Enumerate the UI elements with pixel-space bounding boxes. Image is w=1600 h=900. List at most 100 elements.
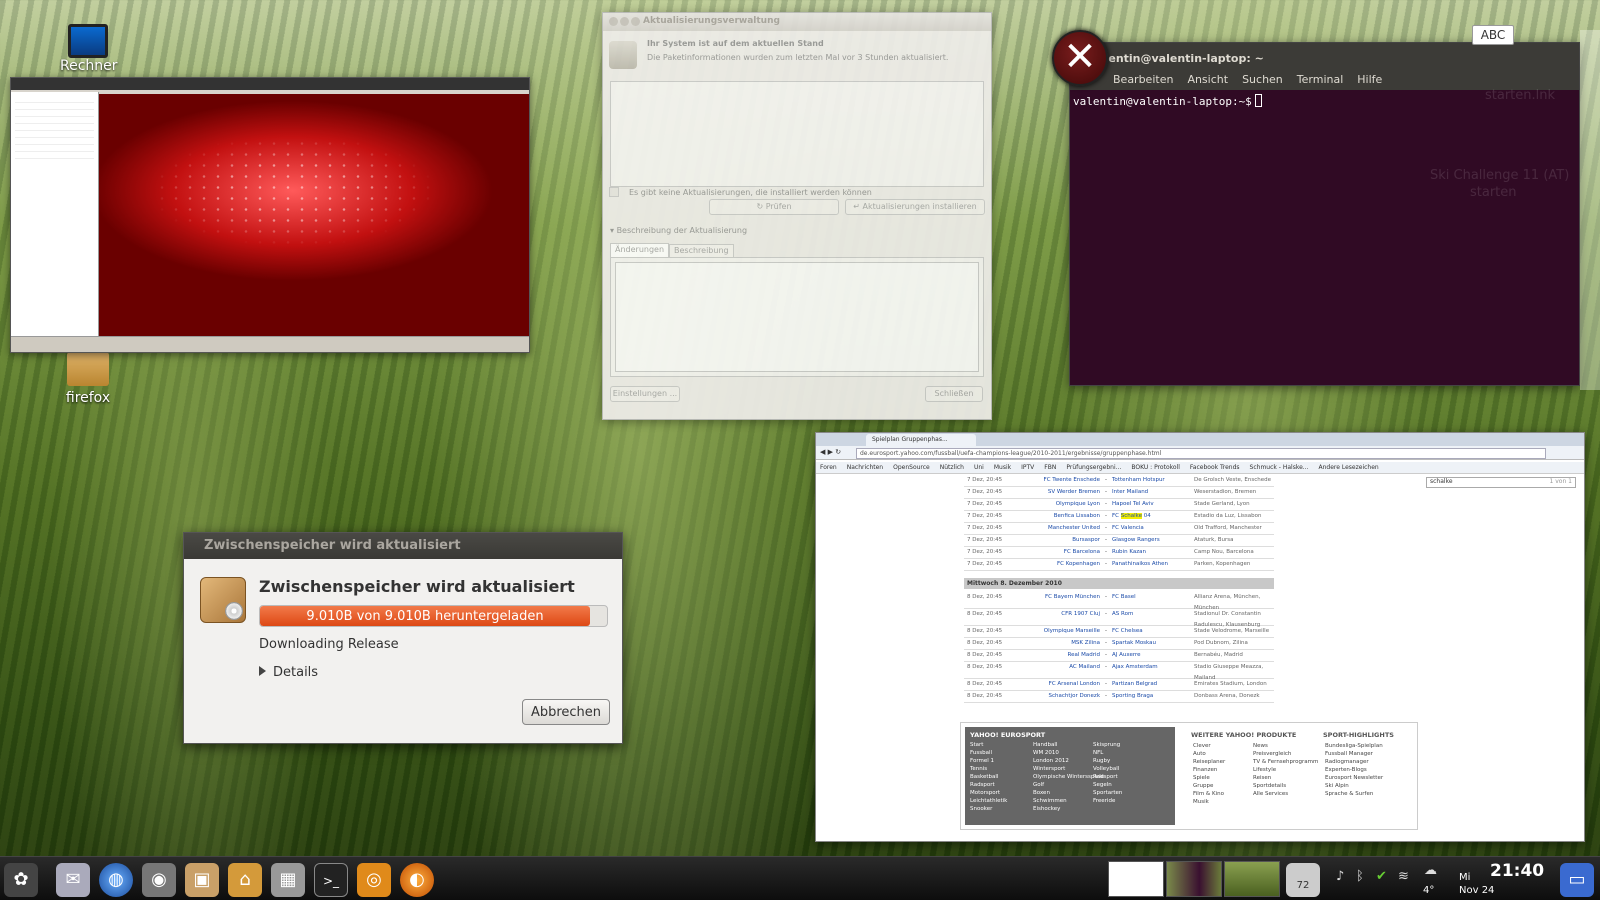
- terminal-scrollbar[interactable]: [1580, 30, 1600, 390]
- match-home-team[interactable]: SV Werder Bremen: [1022, 487, 1100, 498]
- footer-link[interactable]: Alle Services: [1253, 790, 1318, 798]
- input-method-badge[interactable]: ABC: [1472, 25, 1514, 45]
- match-away-team[interactable]: Tottenham Hotspur: [1112, 475, 1194, 486]
- footer-link[interactable]: Musik: [1193, 798, 1225, 806]
- update-indicator-icon[interactable]: ✔: [1376, 869, 1387, 884]
- menu-suchen[interactable]: Suchen: [1242, 73, 1283, 90]
- menu-terminal[interactable]: Terminal: [1297, 73, 1344, 90]
- media-menubar[interactable]: [11, 78, 529, 90]
- match-away-team[interactable]: Partizan Belgrad: [1112, 679, 1194, 690]
- match-away-team[interactable]: Glasgow Rangers: [1112, 535, 1194, 546]
- footer-link[interactable]: Basketball: [970, 773, 1007, 781]
- browser-toolbar[interactable]: ◀ ▶ ↻ de.eurosport.yahoo.com/fussball/ue…: [816, 446, 1584, 460]
- footer-link[interactable]: Skisprung: [1093, 741, 1122, 749]
- match-home-team[interactable]: FC Twente Enschede: [1022, 475, 1100, 486]
- cache-update-dialog[interactable]: Zwischenspeicher wird aktualisiert Zwisc…: [183, 532, 623, 744]
- minimize-icon[interactable]: [620, 17, 629, 26]
- footer-link[interactable]: Ski Alpin: [1325, 782, 1383, 790]
- bookmark-item[interactable]: Musik: [994, 464, 1011, 471]
- footer-link[interactable]: Clever: [1193, 742, 1225, 750]
- match-away-team[interactable]: Inter Mailand: [1112, 487, 1194, 498]
- footer-link[interactable]: Finanzen: [1193, 766, 1225, 774]
- volume-icon[interactable]: ♪: [1336, 869, 1344, 884]
- match-home-team[interactable]: Olympique Marseille: [1022, 626, 1100, 637]
- match-home-team[interactable]: Manchester United: [1022, 523, 1100, 534]
- bookmark-item[interactable]: Prüfungsergebni...: [1066, 464, 1121, 471]
- media-playlist[interactable]: [11, 92, 99, 337]
- media-controls[interactable]: [11, 336, 529, 352]
- bookmarks-bar[interactable]: Foren Nachrichten OpenSource Nützlich Uni Mus…: [816, 462, 1584, 474]
- workspace-thumb-2[interactable]: [1166, 861, 1222, 897]
- footer-link[interactable]: Start: [970, 741, 1007, 749]
- bookmark-item[interactable]: Facebook Trends: [1190, 464, 1240, 471]
- match-home-team[interactable]: FC Bayern München: [1022, 592, 1100, 608]
- match-home-team[interactable]: Bursaspor: [1022, 535, 1100, 546]
- footer-link[interactable]: Formel 1: [970, 757, 1007, 765]
- browser-window[interactable]: Spielplan Gruppenphas... ◀ ▶ ↻ de.eurosp…: [815, 432, 1585, 842]
- reload-icon[interactable]: ↻: [835, 448, 841, 456]
- footer-link[interactable]: Freeride: [1093, 797, 1122, 805]
- footer-link[interactable]: NFL: [1093, 749, 1122, 757]
- match-home-team[interactable]: Olympique Lyon: [1022, 499, 1100, 510]
- terminal-window[interactable]: valentin@valentin-laptop: ~ Bearbeiten A…: [1069, 42, 1580, 386]
- match-away-team[interactable]: FC Schalke 04: [1112, 511, 1194, 522]
- speaker-icon[interactable]: ◉: [142, 863, 176, 897]
- footer-link[interactable]: Sprache & Surfen: [1325, 790, 1383, 798]
- match-away-team[interactable]: FC Basel: [1112, 592, 1194, 608]
- footer-link[interactable]: Gruppe: [1193, 782, 1225, 790]
- footer-link[interactable]: Radsport: [970, 781, 1007, 789]
- media-player-icon[interactable]: ◎: [357, 863, 391, 897]
- footer-link[interactable]: Tennis: [970, 765, 1007, 773]
- match-away-team[interactable]: FC Chelsea: [1112, 626, 1194, 637]
- footer-link[interactable]: Spiele: [1193, 774, 1225, 782]
- gnome-foot-icon[interactable]: ✿: [4, 863, 38, 897]
- bookmark-item[interactable]: Uni: [974, 464, 984, 471]
- bookmark-item[interactable]: IPTV: [1021, 464, 1034, 471]
- firefox-icon[interactable]: ◐: [400, 863, 434, 897]
- cancel-button[interactable]: Abbrechen: [522, 699, 610, 725]
- footer-link[interactable]: Preisvergleich: [1253, 750, 1318, 758]
- find-bar[interactable]: schalke 1 von 1: [1426, 477, 1576, 488]
- match-away-team[interactable]: Spartak Moskau: [1112, 638, 1194, 649]
- bookmark-item[interactable]: BOKU : Protokoll: [1131, 464, 1180, 471]
- footer-link[interactable]: Segeln: [1093, 781, 1122, 789]
- forward-icon[interactable]: ▶: [828, 448, 833, 456]
- footer-link[interactable]: Sportarten: [1093, 789, 1122, 797]
- bookmark-item[interactable]: Foren: [820, 464, 837, 471]
- weather-icon[interactable]: ☁: [1424, 863, 1437, 878]
- footer-link[interactable]: Radsport: [1093, 773, 1122, 781]
- footer-link[interactable]: Eurosport Newsletter: [1325, 774, 1383, 782]
- footer-link[interactable]: Fussball Manager: [1325, 750, 1383, 758]
- details-expander[interactable]: Details: [259, 665, 318, 680]
- match-away-team[interactable]: Panathinaikos Athen: [1112, 559, 1194, 570]
- tab-description[interactable]: Beschreibung: [669, 244, 734, 258]
- media-player-window[interactable]: [10, 77, 530, 353]
- maximize-icon[interactable]: [631, 17, 640, 26]
- update-manager-titlebar[interactable]: Aktualisierungsverwaltung: [603, 13, 991, 31]
- back-icon[interactable]: ◀: [820, 448, 825, 456]
- calculator-icon[interactable]: ▦: [271, 863, 305, 897]
- update-manager-window[interactable]: Aktualisierungsverwaltung Ihr System ist…: [602, 12, 992, 420]
- close-overlay-icon[interactable]: ✕: [1052, 30, 1108, 86]
- bookmark-item[interactable]: Nachrichten: [847, 464, 883, 471]
- match-home-team[interactable]: Benfica Lissabon: [1022, 511, 1100, 522]
- footer-link[interactable]: Reisen: [1253, 774, 1318, 782]
- show-desktop-icon[interactable]: ▭: [1560, 863, 1594, 897]
- desktop-icon-firefox[interactable]: firefox: [60, 352, 116, 406]
- footer-link[interactable]: Motorsport: [970, 789, 1007, 797]
- select-checkbox[interactable]: [609, 187, 619, 197]
- footer-link[interactable]: Lifestyle: [1253, 766, 1318, 774]
- match-home-team[interactable]: MSK Zilina: [1022, 638, 1100, 649]
- software-center-icon[interactable]: ▣: [185, 863, 219, 897]
- mail-icon[interactable]: ✉: [56, 863, 90, 897]
- network-icon[interactable]: ≋: [1398, 869, 1409, 884]
- footer-link[interactable]: Volleyball: [1093, 765, 1122, 773]
- match-away-team[interactable]: Hapoel Tel Aviv: [1112, 499, 1194, 510]
- bluetooth-icon[interactable]: ᛒ: [1356, 869, 1364, 884]
- footer-link[interactable]: Bundesliga-Spielplan: [1325, 742, 1383, 750]
- match-away-team[interactable]: AS Rom: [1112, 609, 1194, 625]
- match-away-team[interactable]: Sporting Braga: [1112, 691, 1194, 702]
- footer-link[interactable]: Experten-Blogs: [1325, 766, 1383, 774]
- browser-globe-icon[interactable]: ◍: [99, 863, 133, 897]
- footer-link[interactable]: Reiseplaner: [1193, 758, 1225, 766]
